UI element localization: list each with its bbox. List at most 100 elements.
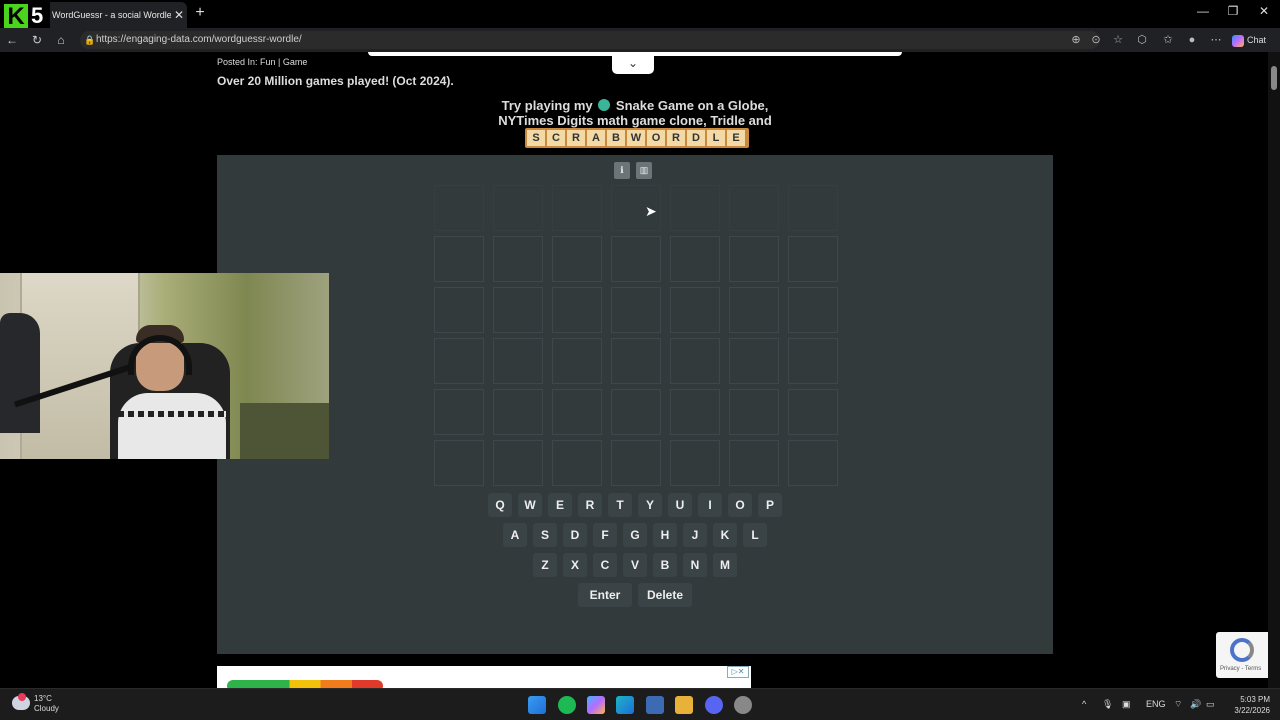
ad-choices-icon[interactable]: ▷✕ (727, 666, 749, 678)
address-input[interactable]: 🔒 https://engaging-data.com/wordguessr-w… (80, 31, 1100, 49)
file-explorer-icon[interactable] (675, 696, 693, 714)
weather-temp: 13°C (34, 694, 52, 703)
favorite-star-icon[interactable]: ☆ (1110, 32, 1126, 48)
reader-icon[interactable]: ⊙ (1088, 32, 1104, 48)
key-e[interactable]: E (548, 493, 572, 517)
key-r[interactable]: R (578, 493, 602, 517)
promo-links-line[interactable]: NYTimes Digits math game clone, Tridle a… (498, 113, 772, 128)
scrabwordle-link[interactable]: SCRABWORDLE (525, 128, 749, 148)
key-f[interactable]: F (593, 523, 617, 547)
key-w[interactable]: W (518, 493, 542, 517)
key-i[interactable]: I (698, 493, 722, 517)
key-d[interactable]: D (563, 523, 587, 547)
new-tab-button[interactable]: + (192, 4, 208, 22)
key-h[interactable]: H (653, 523, 677, 547)
reload-icon[interactable]: ↻ (29, 32, 45, 48)
discord-icon[interactable] (705, 696, 723, 714)
volume-icon[interactable]: 🔊 (1190, 699, 1201, 710)
microphone-icon[interactable]: 🎙 (1102, 699, 1113, 710)
key-s[interactable]: S (533, 523, 557, 547)
favorites-icon[interactable]: ✩ (1160, 32, 1176, 48)
scrollbar-thumb[interactable] (1271, 66, 1277, 90)
ad-color-bar (227, 680, 383, 688)
key-z[interactable]: Z (533, 553, 557, 577)
letter-cell (434, 287, 484, 333)
key-o[interactable]: O (728, 493, 752, 517)
copilot-taskbar-icon[interactable] (587, 696, 605, 714)
close-tab-icon[interactable]: ✕ (171, 8, 187, 22)
minimize-button[interactable]: — (1188, 4, 1218, 18)
edge-icon[interactable] (616, 696, 634, 714)
letter-cell (788, 185, 838, 231)
wifi-icon[interactable]: ⌔ (1174, 699, 1182, 710)
webcam-overlay (0, 273, 329, 459)
settings-gear-icon[interactable] (734, 696, 752, 714)
letter-cell (788, 389, 838, 435)
letter-cell (611, 389, 661, 435)
chat-label: Chat (1247, 35, 1267, 45)
key-a[interactable]: A (503, 523, 527, 547)
key-u[interactable]: U (668, 493, 692, 517)
recaptcha-terms[interactable]: Privacy - Terms (1220, 666, 1261, 672)
key-p[interactable]: P (758, 493, 782, 517)
battery-icon[interactable]: ▭ (1206, 699, 1215, 710)
key-delete[interactable]: Delete (638, 583, 692, 607)
stats-chart-icon[interactable]: ▥ (636, 162, 652, 179)
letter-cell (552, 389, 602, 435)
extensions-icon[interactable]: ⬡ (1134, 32, 1150, 48)
letter-cell (729, 440, 779, 486)
keyboard-row-3: ZXCVBNM (217, 553, 1053, 577)
key-n[interactable]: N (683, 553, 707, 577)
key-m[interactable]: M (713, 553, 737, 577)
chevron-up-icon[interactable]: ^ (1082, 699, 1086, 709)
key-c[interactable]: C (593, 553, 617, 577)
chevron-down-icon[interactable]: ⌄ (612, 52, 654, 74)
system-clock[interactable]: 5:03 PM 3/22/2026 (1226, 694, 1270, 716)
recaptcha-icon (1230, 638, 1254, 662)
zoom-icon[interactable]: ⊕ (1068, 32, 1084, 48)
key-y[interactable]: Y (638, 493, 662, 517)
key-q[interactable]: Q (488, 493, 512, 517)
key-enter[interactable]: Enter (578, 583, 632, 607)
recaptcha-badge[interactable]: Privacy - Terms (1216, 632, 1268, 678)
close-window-button[interactable]: ✕ (1249, 4, 1279, 18)
keyboard-row-2: ASDFGHJKL (217, 523, 1053, 547)
language-indicator[interactable]: ENG (1146, 699, 1166, 709)
snake-game-link[interactable]: Snake Game on a Globe, (616, 98, 768, 113)
advertisement-banner[interactable]: ▷✕ (217, 666, 751, 688)
letter-cell (434, 185, 484, 231)
posted-category-links[interactable]: Fun | Game (260, 57, 307, 67)
more-menu-icon[interactable]: ⋯ (1208, 32, 1224, 48)
key-x[interactable]: X (563, 553, 587, 577)
key-l[interactable]: L (743, 523, 767, 547)
mouse-cursor-icon: ➤ (645, 203, 657, 219)
weather-condition: Cloudy (34, 704, 59, 713)
info-icon[interactable]: ℹ (614, 162, 630, 179)
spotify-icon[interactable] (558, 696, 576, 714)
browser-tab[interactable]: WordGuessr - a social Wordle unli ✕ (44, 2, 187, 28)
letter-cell (670, 287, 720, 333)
key-t[interactable]: T (608, 493, 632, 517)
letter-cell (670, 185, 720, 231)
start-windows-icon[interactable] (528, 696, 546, 714)
wordguessr-game-board: ℹ ▥ QWERTYUIOP ASDFGHJKL ZXCVBNM Enter De… (217, 155, 1053, 654)
profile-avatar-icon[interactable]: ● (1184, 32, 1200, 48)
letter-cell (552, 185, 602, 231)
key-v[interactable]: V (623, 553, 647, 577)
letter-cell (729, 287, 779, 333)
letter-cell (552, 440, 602, 486)
key-j[interactable]: J (683, 523, 707, 547)
tab-title: WordGuessr - a social Wordle unli (52, 10, 171, 20)
store-icon[interactable] (646, 696, 664, 714)
key-b[interactable]: B (653, 553, 677, 577)
maximize-button[interactable]: ❐ (1218, 4, 1248, 18)
key-k[interactable]: K (713, 523, 737, 547)
tray-app-icon[interactable]: ▣ (1122, 699, 1131, 710)
back-icon[interactable]: ← (4, 32, 20, 48)
copilot-chat-button[interactable]: Chat (1232, 32, 1266, 48)
home-icon[interactable]: ⌂ (53, 32, 69, 48)
letter-cell (552, 236, 602, 282)
page-scrollbar[interactable] (1268, 52, 1280, 688)
letter-cell (729, 185, 779, 231)
key-g[interactable]: G (623, 523, 647, 547)
